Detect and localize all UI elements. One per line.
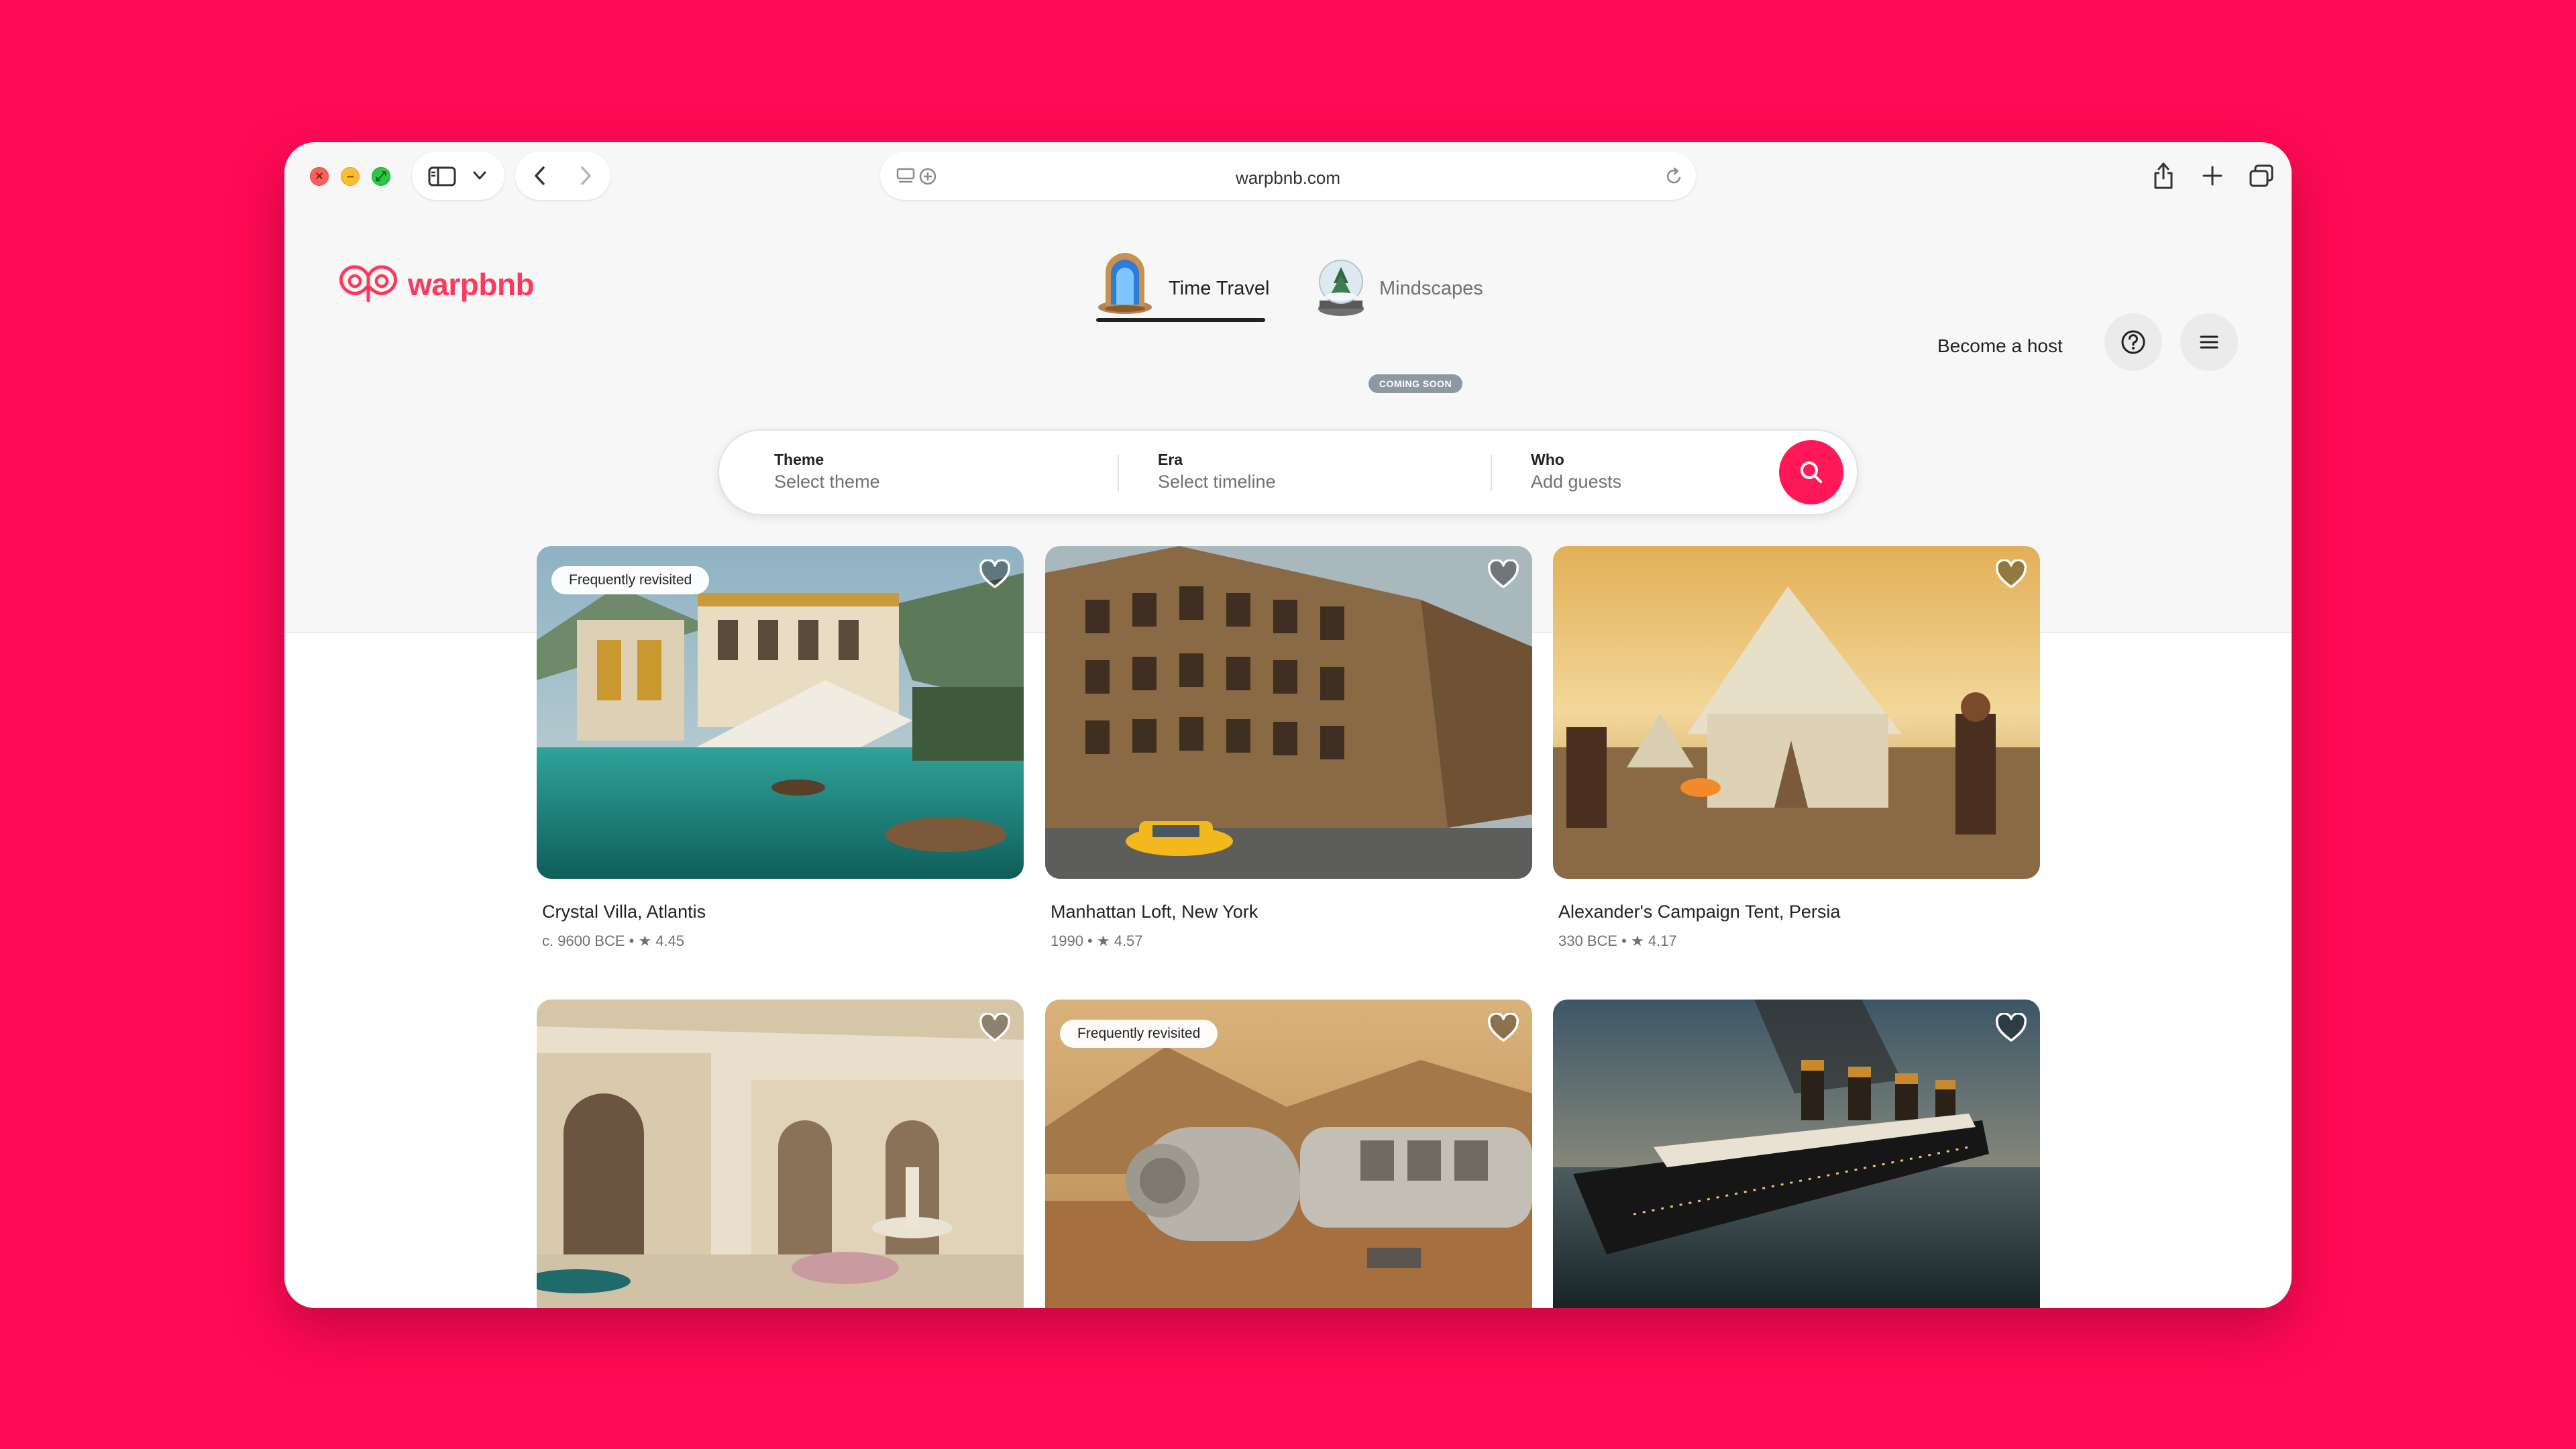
search-icon xyxy=(1801,462,1822,483)
listing-meta: c. 9600 BCE • ★ 4.45 xyxy=(542,932,685,949)
palace-courtyard-image xyxy=(537,1000,1024,1308)
active-tab-indicator xyxy=(1096,318,1265,322)
search-button[interactable] xyxy=(1779,440,1843,504)
frequently-revisited-badge: Frequently revisited xyxy=(551,566,710,594)
sidebar-toggle-group xyxy=(412,152,504,200)
who-field[interactable]: Who Add guests xyxy=(1531,451,1621,492)
listing-card[interactable]: Manhattan Loft, New York 1990 • ★ 4.57 xyxy=(1045,546,1532,949)
minimize-window-button[interactable]: – xyxy=(341,167,360,186)
era-label: Era xyxy=(1158,451,1183,468)
browser-toolbar: × – ⤢ warpbnb.com xyxy=(284,142,2292,209)
heart-icon[interactable] xyxy=(978,1013,1012,1044)
who-label: Who xyxy=(1531,451,1564,468)
tab-mindscapes[interactable]: Mindscapes xyxy=(1313,243,1515,333)
theme-placeholder: Select theme xyxy=(774,472,880,492)
listing-photo-campaign-tent[interactable] xyxy=(1553,546,2040,879)
tab-label: Time Travel xyxy=(1169,278,1270,299)
divider xyxy=(1118,455,1119,491)
listing-card[interactable] xyxy=(1553,1000,2040,1308)
portal-icon xyxy=(1098,253,1152,314)
listing-title: Alexander's Campaign Tent, Persia xyxy=(1558,902,1841,922)
help-button[interactable] xyxy=(2104,313,2162,371)
coming-soon-badge: COMING SOON xyxy=(1368,374,1462,393)
heart-icon[interactable] xyxy=(1487,1013,1520,1044)
tab-overview-icon[interactable] xyxy=(2249,164,2274,188)
minimize-icon: – xyxy=(346,169,354,184)
brand-name[interactable]: warpbnb xyxy=(408,266,535,303)
heart-icon[interactable] xyxy=(978,559,1012,590)
campaign-tent-image xyxy=(1553,546,2040,879)
listing-card[interactable]: Alexander's Campaign Tent, Persia 330 BC… xyxy=(1553,546,2040,949)
listing-card[interactable]: Frequently revisited Crystal Villa, Atla… xyxy=(537,546,1024,949)
zoom-window-button[interactable]: ⤢ xyxy=(372,167,390,186)
close-icon: × xyxy=(315,169,323,184)
back-chevron-icon[interactable] xyxy=(533,165,547,186)
listing-photo-manhattan-loft[interactable] xyxy=(1045,546,1532,879)
heart-icon[interactable] xyxy=(1487,559,1520,590)
sidebar-icon[interactable] xyxy=(428,166,456,186)
listing-photo-atlantis-villa[interactable]: Frequently revisited xyxy=(537,546,1024,879)
become-host-link[interactable]: Become a host xyxy=(1937,335,2063,357)
atlantis-villa-image xyxy=(537,546,1024,879)
listing-card[interactable]: Frequently revisited xyxy=(1045,1000,1532,1308)
close-window-button[interactable]: × xyxy=(310,167,329,186)
listing-photo-palace-courtyard[interactable] xyxy=(537,1000,1024,1308)
browser-window: × – ⤢ warpbnb.com warpbnb Time Travel Mi… xyxy=(284,142,2292,1308)
divider xyxy=(1491,455,1492,491)
theme-label: Theme xyxy=(774,451,824,468)
heart-icon[interactable] xyxy=(1994,1013,2028,1044)
ocean-liner-image xyxy=(1553,1000,2040,1308)
era-field[interactable]: Era Select timeline xyxy=(1158,451,1276,492)
listing-photo-desert-habitat[interactable]: Frequently revisited xyxy=(1045,1000,1532,1308)
search-bar: Theme Select theme Era Select timeline W… xyxy=(718,429,1858,515)
listing-title: Manhattan Loft, New York xyxy=(1051,902,1258,922)
theme-field[interactable]: Theme Select theme xyxy=(774,451,880,492)
listing-photo-ocean-liner[interactable] xyxy=(1553,1000,2040,1308)
share-icon[interactable] xyxy=(2152,161,2175,191)
frequently-revisited-badge: Frequently revisited xyxy=(1060,1020,1218,1048)
forward-chevron-icon[interactable] xyxy=(578,165,593,186)
url-text: warpbnb.com xyxy=(1235,168,1341,188)
new-tab-icon[interactable] xyxy=(2202,165,2223,186)
manhattan-loft-image xyxy=(1045,546,1532,879)
era-placeholder: Select timeline xyxy=(1158,472,1276,492)
listing-card[interactable] xyxy=(537,1000,1024,1308)
heart-icon[interactable] xyxy=(1994,559,2028,590)
history-nav-group xyxy=(515,152,610,200)
question-circle-icon xyxy=(2121,330,2145,354)
chevron-down-icon[interactable] xyxy=(472,170,487,181)
menu-button[interactable] xyxy=(2180,313,2238,371)
reload-icon[interactable] xyxy=(1665,166,1684,186)
listing-title: Crystal Villa, Atlantis xyxy=(542,902,706,922)
listing-meta: 330 BCE • ★ 4.17 xyxy=(1558,932,1677,949)
warpbnb-logo-icon[interactable] xyxy=(337,263,400,303)
address-bar[interactable]: warpbnb.com xyxy=(880,152,1696,200)
snow-globe-icon xyxy=(1318,260,1364,316)
tab-label: Mindscapes xyxy=(1379,278,1483,299)
listing-meta: 1990 • ★ 4.57 xyxy=(1051,932,1143,949)
fullscreen-icon: ⤢ xyxy=(376,169,386,184)
hamburger-menu-icon xyxy=(2200,335,2218,349)
who-placeholder: Add guests xyxy=(1531,472,1622,492)
